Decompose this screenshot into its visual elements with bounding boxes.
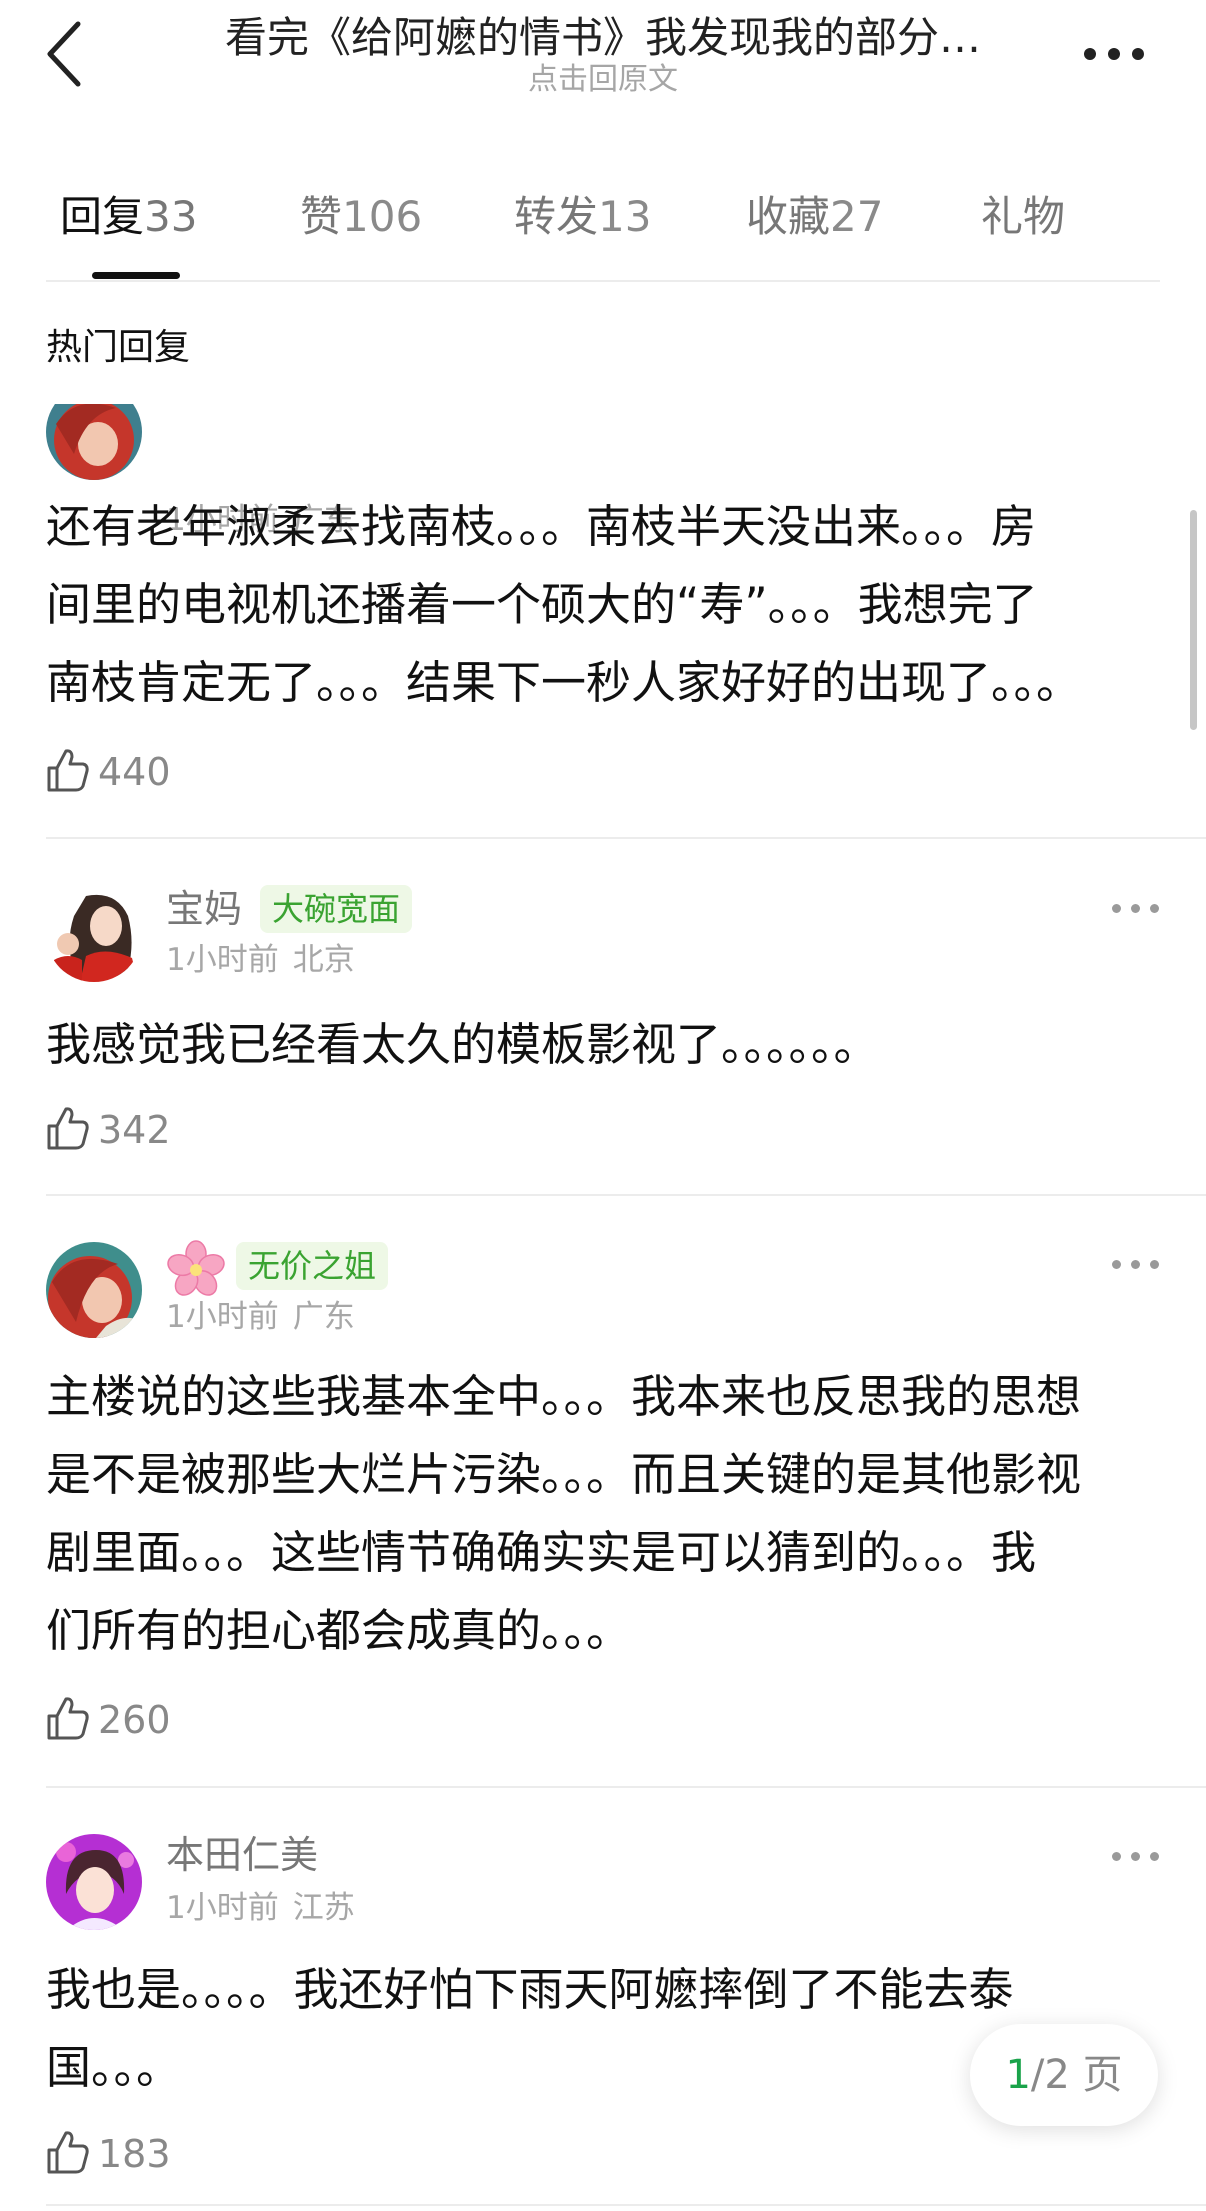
comment-time: 1小时前 <box>166 942 279 978</box>
active-tab-indicator <box>92 272 180 279</box>
tab-label: 转发 <box>514 192 599 241</box>
chevron-left-icon <box>47 21 81 87</box>
tab-reposts[interactable]: 转发13 <box>514 182 651 252</box>
text-line: 们所有的担心都会成真的。。。 <box>46 1604 632 1657</box>
tab-count: 13 <box>598 192 652 241</box>
tab-favorites[interactable]: 收藏27 <box>746 182 883 252</box>
text-line: 我感觉我已经看太久的模板影视了。。。。。。 <box>46 1018 879 1071</box>
tab-label: 回复 <box>60 192 145 241</box>
comment-meta: 1小时前 广东 <box>166 1297 355 1337</box>
post-title: 看完《给阿嬷的情书》我发现我的部分… <box>224 13 981 62</box>
scrollbar[interactable] <box>1190 510 1197 730</box>
back-to-post-link[interactable]: 点击回原文 <box>180 62 1026 98</box>
comment-text: 我感觉我已经看太久的模板影视了。。。。。。 <box>46 1006 1166 1084</box>
comment-location: 北京 <box>292 942 355 978</box>
comment-divider <box>46 1786 1206 1788</box>
tab-label: 赞 <box>300 192 343 241</box>
comment-divider <box>46 1194 1206 1196</box>
comment-divider <box>46 2204 1206 2206</box>
comment-time: 1小时前 <box>166 1299 279 1335</box>
like-count: 183 <box>98 2132 171 2176</box>
avatar-image <box>46 404 142 480</box>
comment-text: 还有老年淑柔去找南枝。。。南枝半天没出来。。。房 间里的电视机还播着一个硕大的“… <box>46 488 1166 722</box>
comment-meta: 1小时前 北京 <box>166 940 355 980</box>
avatar[interactable] <box>46 1242 142 1338</box>
tab-bar: 回复33 赞106 转发13 收藏27 礼物 <box>46 182 1160 252</box>
tab-label: 收藏 <box>746 192 831 241</box>
current-page: 1 <box>1005 2052 1031 2098</box>
user-badge: 无价之姐 <box>236 1242 389 1290</box>
section-title: 热门回复 <box>46 327 191 368</box>
tab-gifts[interactable]: 礼物 <box>981 182 1065 252</box>
avatar[interactable] <box>46 1834 142 1930</box>
thumbs-up-icon <box>47 2131 89 2174</box>
comment-location: 广东 <box>292 1299 355 1335</box>
tab-count: 106 <box>342 192 423 241</box>
like-count: 342 <box>98 1108 171 1152</box>
avatar[interactable] <box>46 404 142 480</box>
user-badge: 大碗宽面 <box>260 885 413 933</box>
back-button[interactable] <box>38 18 98 90</box>
tabs-divider <box>46 280 1160 282</box>
comment-divider <box>46 837 1206 839</box>
text-line: 主楼说的这些我基本全中。。。我本来也反思我的思想 <box>46 1370 1082 1423</box>
comment-list[interactable]: 1小时前 广东 还有老年淑柔去找南枝。。。南枝半天没出来。。。房 间里的电视机还播… <box>0 404 1206 2211</box>
comment-meta: 1小时前 江苏 <box>166 1888 355 1928</box>
tab-likes[interactable]: 赞106 <box>300 182 422 252</box>
like-count: 260 <box>98 1698 171 1742</box>
user-name[interactable]: 宝妈 <box>166 884 242 934</box>
more-horizontal-icon <box>1084 48 1144 60</box>
user-name[interactable]: 本田仁美 <box>166 1830 318 1880</box>
avatar-image <box>46 1242 142 1338</box>
comment-more-button[interactable] <box>1112 1844 1160 1868</box>
comment-time: 1小时前 <box>166 1890 279 1926</box>
tab-count: 33 <box>144 192 198 241</box>
cherry-blossom-icon <box>167 1240 225 1296</box>
avatar-image <box>46 1834 142 1930</box>
comment-more-button[interactable] <box>1112 1252 1160 1276</box>
comment-location: 江苏 <box>292 1890 355 1926</box>
text-line: 我也是。。。。我还好怕下雨天阿嬷摔倒了不能去泰 <box>46 1963 1014 2016</box>
thumbs-up-icon <box>47 1107 89 1150</box>
text-line: 剧里面。。。这些情节确确实实是可以猜到的。。。我 <box>46 1526 1037 1579</box>
thumbs-up-icon <box>47 749 89 792</box>
like-count: 440 <box>98 750 171 794</box>
thumbs-up-icon <box>47 1697 89 1740</box>
comment-text: 主楼说的这些我基本全中。。。我本来也反思我的思想 是不是被那些大烂片污染。。。而… <box>46 1358 1166 1670</box>
page-indicator-button[interactable]: 1/2 页 <box>970 2024 1158 2126</box>
tab-replies[interactable]: 回复33 <box>60 182 197 252</box>
avatar-image <box>46 886 142 982</box>
header-bar: 看完《给阿嬷的情书》我发现我的部分… 点击回原文 <box>0 0 1206 110</box>
comment-more-button[interactable] <box>1112 896 1160 920</box>
more-button[interactable] <box>1078 34 1150 74</box>
tab-count: 27 <box>830 192 884 241</box>
text-line: 南枝肯定无了。。。结果下一秒人家好好的出现了。。。 <box>46 656 1082 709</box>
total-pages: /2 页 <box>1030 2052 1123 2098</box>
avatar[interactable] <box>46 886 142 982</box>
text-line: 还有老年淑柔去找南枝。。。南枝半天没出来。。。房 <box>46 500 1037 553</box>
text-line: 间里的电视机还播着一个硕大的“寿”。。。我想完了 <box>46 578 1038 631</box>
text-line: 是不是被那些大烂片污染。。。而且关键的是其他影视 <box>46 1448 1082 1501</box>
tab-label: 礼物 <box>981 192 1066 241</box>
